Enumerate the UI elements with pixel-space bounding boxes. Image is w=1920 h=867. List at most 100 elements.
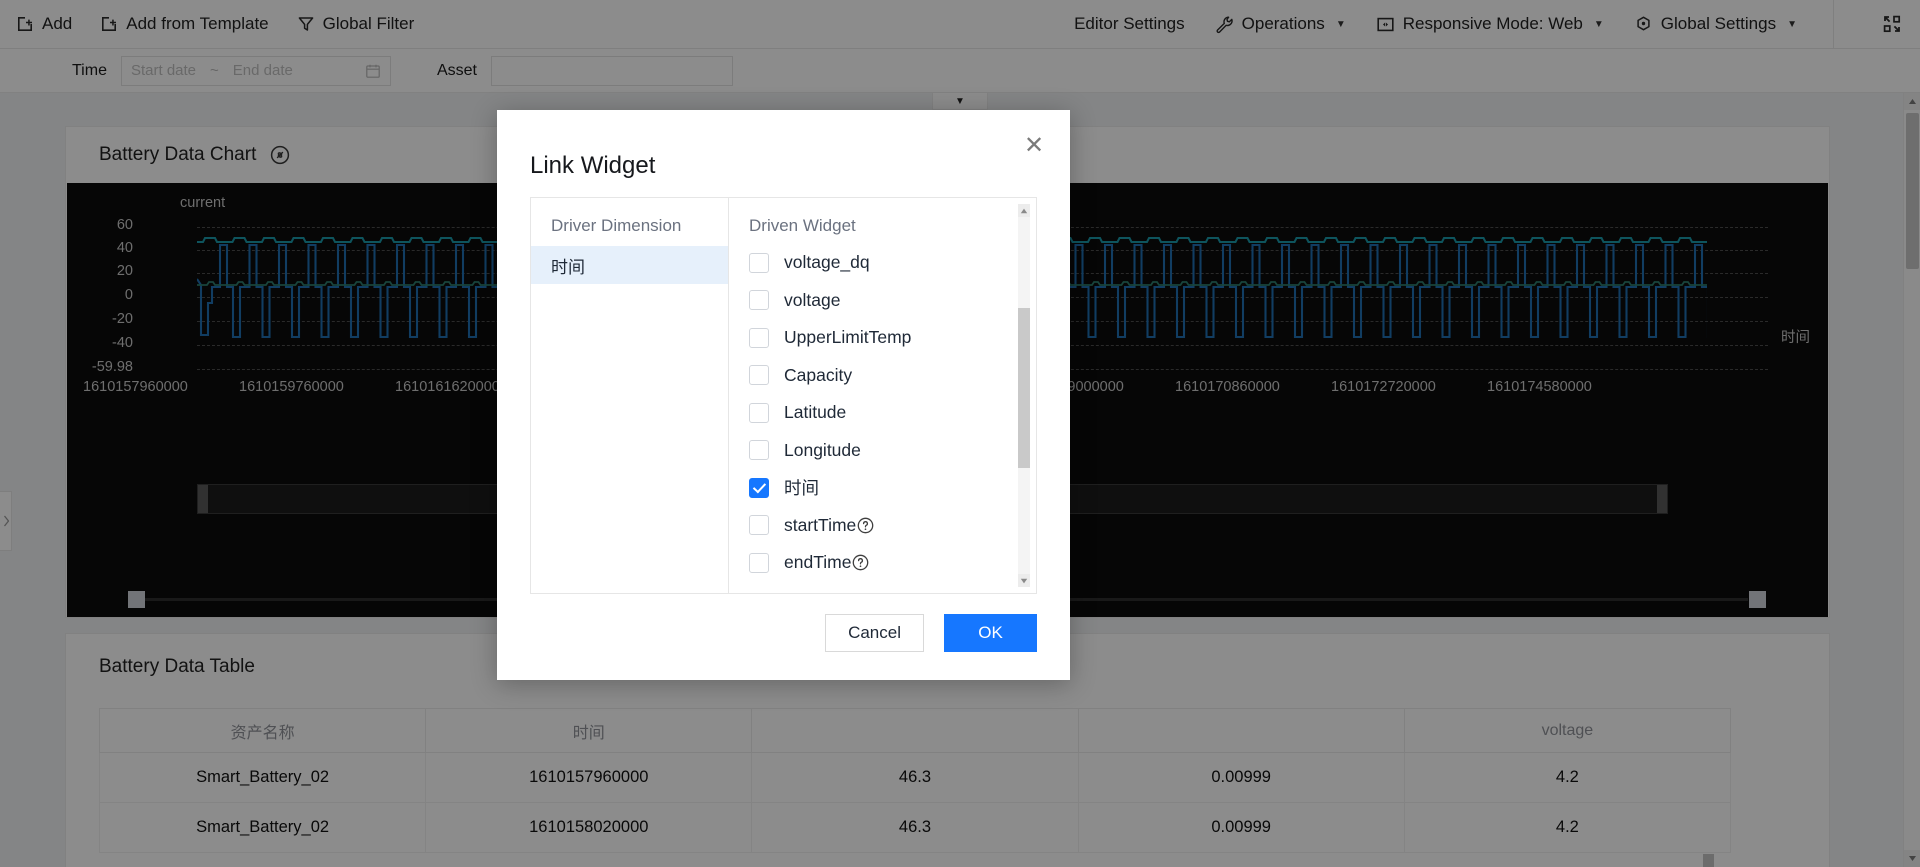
global-settings-label: Global Settings — [1660, 14, 1777, 33]
chevron-down-icon: ▼ — [1593, 18, 1604, 30]
table-cell: 0.00999 — [1077, 802, 1405, 853]
global-settings-menu[interactable]: Global Settings ▼ — [1634, 14, 1797, 34]
checkbox-checked[interactable] — [749, 477, 769, 498]
table-cell: 4.2 — [1403, 802, 1732, 853]
link-chain-icon[interactable] — [270, 145, 290, 165]
chart-scroll-left-handle[interactable] — [128, 591, 145, 608]
chevron-down-icon: ▼ — [955, 95, 965, 107]
table-column-header[interactable]: 资产名称 — [98, 708, 427, 753]
checkbox[interactable] — [749, 327, 769, 348]
calendar-icon — [365, 63, 381, 79]
datazoom-left-handle[interactable] — [198, 485, 208, 513]
cancel-button[interactable]: Cancel — [825, 614, 924, 652]
datazoom-right-handle[interactable] — [1657, 485, 1667, 513]
table-cell: 4.2 — [1403, 752, 1732, 803]
checkbox[interactable] — [749, 252, 769, 273]
dialog-footer: Cancel OK — [825, 614, 1037, 652]
y-tick: -59.98 — [91, 359, 133, 375]
chevron-down-icon: ▼ — [1787, 18, 1797, 30]
table-column-header[interactable]: voltage — [1403, 708, 1732, 753]
driven-widget-label: voltage_dq — [784, 252, 870, 273]
date-range-input[interactable]: Start date ~ End date — [120, 55, 391, 86]
operations-menu[interactable]: Operations ▼ — [1215, 14, 1346, 34]
driven-widget-item[interactable]: Capacity — [749, 357, 1036, 395]
question-circle-icon[interactable] — [852, 554, 869, 571]
ok-button[interactable]: OK — [944, 614, 1037, 652]
page-scrollbar-thumb[interactable] — [1906, 113, 1919, 269]
table-cell: 46.3 — [751, 752, 1079, 803]
page-vertical-scrollbar[interactable] — [1903, 93, 1920, 867]
x-tick: 1610157960000 — [83, 379, 188, 395]
chart-scroll-right-handle[interactable] — [1749, 591, 1766, 608]
responsive-mode-menu[interactable]: Responsive Mode: Web ▼ — [1376, 14, 1604, 34]
driven-widget-label: voltage — [784, 289, 841, 310]
driven-list-scrollbar-thumb[interactable] — [1018, 308, 1030, 468]
checkbox[interactable] — [749, 290, 769, 311]
add-button[interactable]: Add — [16, 14, 72, 34]
driven-widget-item[interactable]: startTime — [749, 507, 1036, 545]
checkbox[interactable] — [749, 440, 769, 461]
responsive-mode-label: Responsive Mode: Web — [1402, 14, 1583, 33]
grid-layout-button[interactable] — [1864, 0, 1920, 49]
driven-widget-item[interactable]: Longitude — [749, 432, 1036, 470]
table-cell: Smart_Battery_02 — [98, 752, 427, 803]
filter-bar-collapse-toggle[interactable]: ▼ — [932, 93, 988, 110]
driven-widget-item[interactable]: Latitude — [749, 394, 1036, 432]
global-filter-button[interactable]: Global Filter — [297, 14, 415, 34]
app-root: Add Add from Template Global Filter Edit… — [0, 0, 1920, 867]
operations-label: Operations — [1241, 14, 1325, 33]
x-tick: 1610161620000 — [395, 379, 500, 395]
time-filter-label: Time — [72, 61, 107, 79]
driven-widget-label: endTime — [784, 552, 869, 573]
driven-widget-text: endTime — [784, 552, 852, 573]
checkbox[interactable] — [749, 515, 769, 536]
table-column-header[interactable]: 时间 — [425, 708, 753, 753]
driven-widget-item[interactable]: voltage — [749, 282, 1036, 320]
driven-widget-label: Capacity — [784, 364, 853, 385]
y-tick: -20 — [112, 311, 133, 327]
driven-widget-item[interactable]: endTime — [749, 544, 1036, 582]
y-tick: 20 — [116, 263, 133, 279]
link-widget-dialog: Link Widget ✕ Driver Dimension 时间 Driven… — [497, 110, 1070, 680]
driver-dimension-label: 时间 — [551, 257, 585, 277]
table-column-header[interactable] — [1077, 708, 1405, 753]
driven-widget-label: Latitude — [784, 402, 847, 423]
question-circle-icon[interactable] — [857, 517, 874, 534]
driven-widget-label: 时间 — [784, 478, 819, 499]
filter-icon — [297, 15, 315, 33]
left-panel-expand-handle[interactable] — [0, 491, 12, 551]
driver-dimension-item[interactable]: 时间 — [531, 246, 728, 284]
add-square-icon — [16, 15, 34, 33]
checkbox[interactable] — [749, 552, 769, 573]
gear-icon — [1634, 15, 1653, 34]
global-filter-label: Global Filter — [322, 14, 415, 33]
driven-widget-item[interactable]: voltage_dq — [749, 244, 1036, 282]
driven-widget-panel: Driven Widget voltage_dq voltage UpperLi… — [729, 198, 1036, 593]
scroll-down-arrow-icon[interactable] — [1018, 574, 1030, 587]
asset-input[interactable] — [490, 55, 733, 86]
chart-y-axis-name: current — [180, 195, 226, 211]
checkbox[interactable] — [749, 402, 769, 423]
responsive-icon — [1376, 15, 1395, 34]
scroll-down-arrow-icon[interactable] — [1904, 850, 1920, 867]
table-vertical-scrollbar[interactable] — [1703, 854, 1714, 867]
checkbox[interactable] — [749, 365, 769, 386]
table-scrollbar-thumb[interactable] — [1703, 854, 1714, 867]
scroll-up-arrow-icon[interactable] — [1018, 204, 1030, 217]
chart-right-axis-name: 时间 — [1781, 330, 1810, 346]
asset-filter-group: Asset — [437, 55, 733, 86]
toolbar-divider — [1833, 0, 1834, 49]
close-icon[interactable]: ✕ — [1018, 130, 1050, 162]
add-template-icon — [100, 15, 118, 33]
driven-list-scrollbar[interactable] — [1018, 204, 1030, 587]
table-cell: Smart_Battery_02 — [98, 802, 427, 853]
add-from-template-button[interactable]: Add from Template — [100, 14, 269, 34]
scroll-up-arrow-icon[interactable] — [1904, 93, 1920, 110]
table-row[interactable]: Smart_Battery_02 1610157960000 46.3 0.00… — [98, 752, 1732, 803]
table-row[interactable]: Smart_Battery_02 1610158020000 46.3 0.00… — [98, 802, 1732, 853]
toolbar-right-group: Editor Settings Operations ▼ Responsive … — [1074, 0, 1920, 49]
table-column-header[interactable] — [751, 708, 1079, 753]
driven-widget-item[interactable]: 时间 — [749, 469, 1036, 507]
editor-settings-button[interactable]: Editor Settings — [1074, 14, 1185, 34]
driven-widget-item[interactable]: UpperLimitTemp — [749, 319, 1036, 357]
